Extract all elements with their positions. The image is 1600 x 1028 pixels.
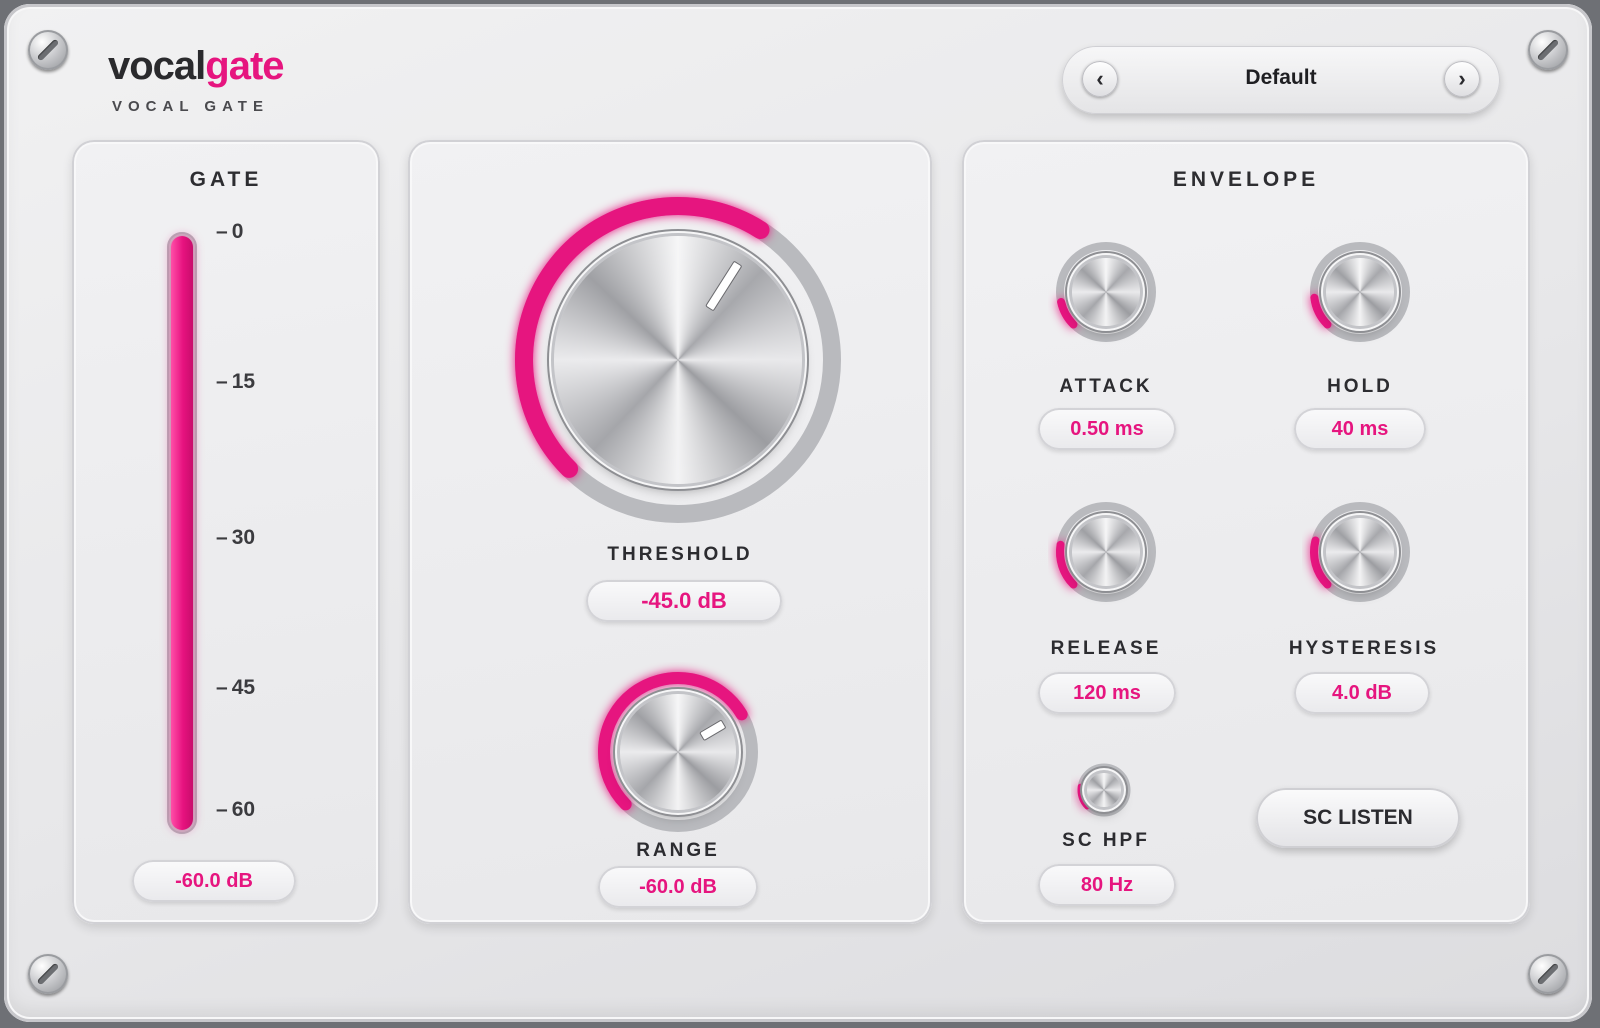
sc-hpf-knob[interactable] bbox=[1071, 757, 1137, 823]
plugin-window: vocalgate VOCAL GATE ‹ Default › GATE 0 … bbox=[4, 4, 1592, 1022]
hysteresis-knob[interactable] bbox=[1302, 494, 1418, 610]
brand-name-part2: gate bbox=[205, 44, 284, 88]
attack-knob[interactable] bbox=[1048, 234, 1164, 350]
meter-scale-tick: 0 bbox=[216, 220, 244, 244]
brand-subtitle: VOCAL GATE bbox=[112, 98, 269, 115]
brand-name-part1: vocal bbox=[108, 44, 206, 88]
attack-readout[interactable]: 0.50 ms bbox=[1038, 408, 1176, 450]
knob-cap[interactable] bbox=[1072, 258, 1140, 326]
knob-cap[interactable] bbox=[620, 694, 736, 810]
threshold-label: THRESHOLD bbox=[607, 544, 753, 565]
screw-icon bbox=[1528, 954, 1568, 994]
hysteresis-readout[interactable]: 4.0 dB bbox=[1294, 672, 1430, 714]
screw-icon bbox=[28, 954, 68, 994]
sc-hpf-label: SC HPF bbox=[1062, 830, 1150, 851]
threshold-readout[interactable]: -45.0 dB bbox=[586, 580, 782, 622]
knob-cap[interactable] bbox=[1087, 773, 1121, 807]
knob-cap[interactable] bbox=[1326, 258, 1394, 326]
envelope-title: ENVELOPE bbox=[1172, 168, 1320, 191]
gate-readout: -60.0 dB bbox=[132, 860, 296, 902]
range-readout[interactable]: -60.0 dB bbox=[598, 866, 758, 908]
gate-meter bbox=[167, 232, 197, 834]
knob-value-arc bbox=[1057, 298, 1078, 329]
brand-logo: vocalgate bbox=[108, 44, 285, 89]
release-label: RELEASE bbox=[1050, 638, 1162, 659]
hold-label: HOLD bbox=[1327, 376, 1393, 397]
threshold-knob[interactable] bbox=[502, 184, 854, 536]
gate-title: GATE bbox=[189, 168, 263, 191]
screw-icon bbox=[1528, 30, 1568, 70]
sc-listen-button[interactable]: SC LISTEN bbox=[1256, 788, 1460, 848]
meter-scale-tick: 30 bbox=[216, 526, 255, 550]
preset-name[interactable]: Default bbox=[1122, 66, 1440, 90]
meter-scale-tick: 15 bbox=[216, 370, 255, 394]
range-label: RANGE bbox=[636, 840, 720, 861]
attack-label: ATTACK bbox=[1059, 376, 1153, 397]
hold-readout[interactable]: 40 ms bbox=[1294, 408, 1426, 450]
gate-meter-fill bbox=[171, 236, 193, 830]
hold-knob[interactable] bbox=[1302, 234, 1418, 350]
knob-value-arc bbox=[1310, 293, 1332, 329]
sc-hpf-readout[interactable]: 80 Hz bbox=[1038, 864, 1176, 906]
chevron-left-icon[interactable]: ‹ bbox=[1082, 61, 1118, 97]
chevron-right-icon[interactable]: › bbox=[1444, 61, 1480, 97]
preset-selector[interactable]: ‹ Default › bbox=[1062, 46, 1500, 114]
knob-cap[interactable] bbox=[1072, 518, 1140, 586]
knob-cap[interactable] bbox=[1326, 518, 1394, 586]
release-knob[interactable] bbox=[1048, 494, 1164, 610]
screw-icon bbox=[28, 30, 68, 70]
hysteresis-label: HYSTERESIS bbox=[1288, 638, 1440, 659]
meter-scale-tick: 45 bbox=[216, 676, 255, 700]
range-knob[interactable] bbox=[588, 662, 768, 842]
meter-scale-tick: 60 bbox=[216, 798, 255, 822]
knob-cap[interactable] bbox=[554, 236, 802, 484]
release-readout[interactable]: 120 ms bbox=[1038, 672, 1176, 714]
